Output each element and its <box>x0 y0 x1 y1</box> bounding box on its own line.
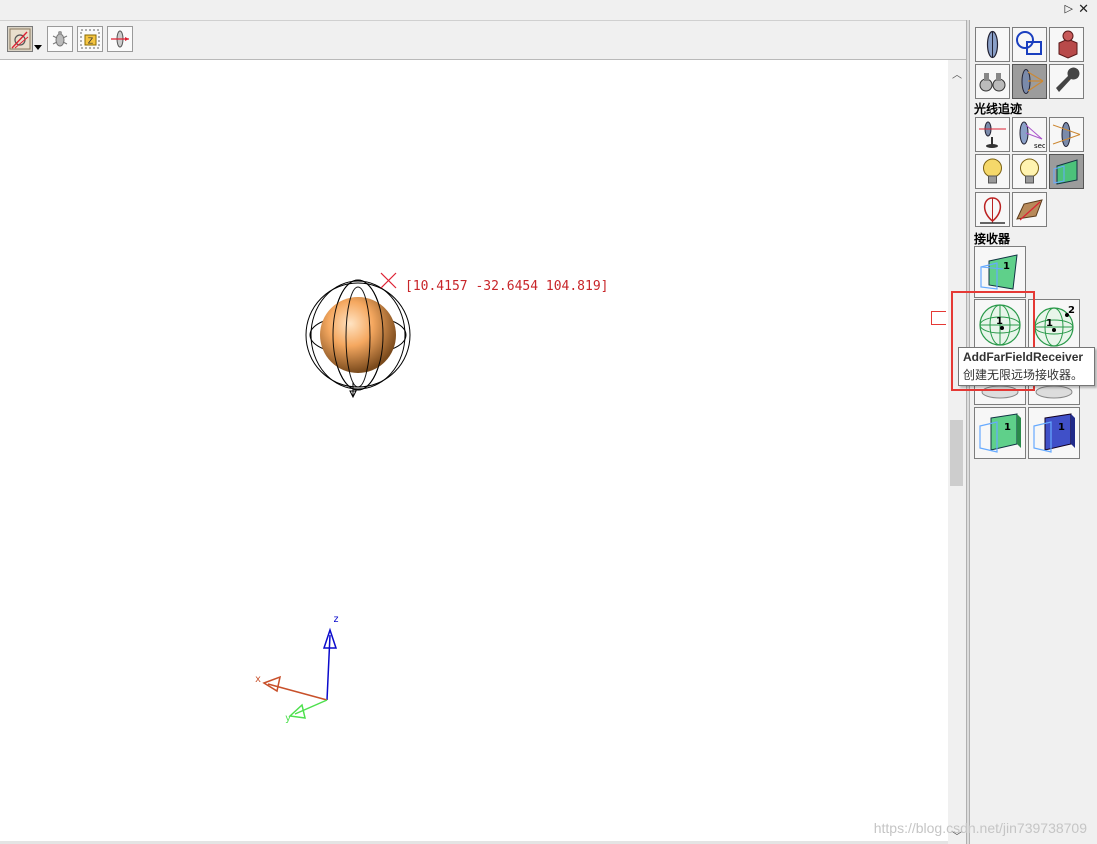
surface-property-button[interactable] <box>1012 192 1047 227</box>
source-sphere[interactable] <box>320 297 396 373</box>
binoculars-button[interactable] <box>975 64 1010 99</box>
volume-receiver-icon: 1 <box>1033 413 1075 453</box>
scroll-up-icon[interactable]: ︿ <box>948 66 966 81</box>
svg-text:1: 1 <box>1046 318 1053 329</box>
solids-icon <box>1058 30 1078 59</box>
ray-select-icon <box>9 28 31 50</box>
tool-panel: 光线追迹 seq 接收器 1 1 1 2 1 1 <box>970 20 1097 844</box>
viewport-scrollbar[interactable]: ︿ ﹀ <box>948 60 966 844</box>
z-select-button[interactable]: Z <box>77 26 103 52</box>
tooltip-description: 创建无限远场接收器。 <box>963 368 1084 382</box>
svg-text:seq: seq <box>1034 142 1045 150</box>
pin-button[interactable]: ▷ <box>1065 2 1073 15</box>
coordinate-readout: [10.4157 -32.6454 104.819] <box>405 279 609 294</box>
scatter-lobe-icon <box>980 197 1005 224</box>
tooltip: AddFarFieldReceiver 创建无限远场接收器。 <box>958 347 1095 386</box>
far-field-globe-2-icon: 1 2 <box>1034 305 1075 347</box>
lens-button[interactable] <box>975 27 1010 62</box>
seq-trace-icon: seq <box>1019 121 1045 150</box>
cursor-cross-icon <box>380 272 397 289</box>
ray-trace-tab-button[interactable] <box>1012 64 1047 99</box>
section-ray-trace-label: 光线追迹 <box>974 102 1023 116</box>
bug-icon <box>52 31 68 47</box>
title-strip: ▷ ✕ <box>0 0 1097 21</box>
box-receiver-icon: 1 <box>979 413 1021 453</box>
section-receiver-label: 接收器 <box>974 232 1011 246</box>
textured-surface-icon <box>1016 199 1043 221</box>
tooltip-title: AddFarFieldReceiver <box>963 350 1084 364</box>
lens-ray-icon <box>111 30 129 48</box>
ray-trace-icon <box>979 121 1006 148</box>
axes-triad: z x y <box>255 614 339 724</box>
axis-label-x: x <box>255 674 261 685</box>
ray-select-button[interactable] <box>7 26 33 52</box>
svg-text:1: 1 <box>1058 422 1065 433</box>
lens-rays-icon <box>1021 69 1044 94</box>
light-bulb-bright-icon <box>1020 158 1039 184</box>
solids-button[interactable] <box>1049 27 1084 62</box>
watermark: https://blog.csdn.net/jin739738709 <box>873 820 1087 836</box>
axis-label-z: z <box>333 614 339 625</box>
add-far-field-receiver-2-button[interactable]: 1 2 <box>1028 299 1080 351</box>
lens-focus-icon <box>1052 122 1081 147</box>
svg-text:1: 1 <box>1003 261 1010 272</box>
highlight-marker <box>931 311 946 325</box>
svg-text:2: 2 <box>1068 305 1075 316</box>
svg-text:1: 1 <box>1004 422 1011 433</box>
sketch-icon <box>1016 31 1042 55</box>
plane-receiver-icon: 1 <box>980 254 1018 290</box>
ray-trace-button[interactable] <box>975 117 1010 152</box>
lens-icon <box>986 30 999 59</box>
point-source-button[interactable] <box>975 154 1010 189</box>
sketch-button[interactable] <box>1012 27 1047 62</box>
add-box-receiver-button[interactable]: 1 <box>974 407 1026 459</box>
wrench-icon <box>1056 67 1080 92</box>
sequential-ray-trace-button[interactable]: seq <box>1012 117 1047 152</box>
add-volume-receiver-button[interactable]: 1 <box>1028 407 1080 459</box>
close-button[interactable]: ✕ <box>1078 1 1089 17</box>
surface-source-button[interactable] <box>1012 154 1047 189</box>
svg-text:Z: Z <box>88 37 94 46</box>
binoculars-icon <box>979 73 1006 92</box>
bug-button[interactable] <box>47 26 73 52</box>
scroll-thumb[interactable] <box>950 420 963 486</box>
tools-button[interactable] <box>1049 64 1084 99</box>
scatter-button[interactable] <box>975 192 1010 227</box>
chevron-down-icon[interactable] <box>34 33 42 51</box>
3d-viewport[interactable]: z x y [10.4157 -32.6454 104.819] <box>0 60 948 844</box>
axis-label-y: y <box>285 713 291 724</box>
viewport-toolbar: Z <box>0 21 968 60</box>
lens-trace-button[interactable] <box>1049 117 1084 152</box>
lens-ray-button[interactable] <box>107 26 133 52</box>
light-bulb-icon <box>983 158 1002 184</box>
z-select-icon: Z <box>80 29 100 49</box>
receiver-tab-button[interactable] <box>1049 154 1084 189</box>
plane-receiver-icon <box>1053 159 1078 185</box>
